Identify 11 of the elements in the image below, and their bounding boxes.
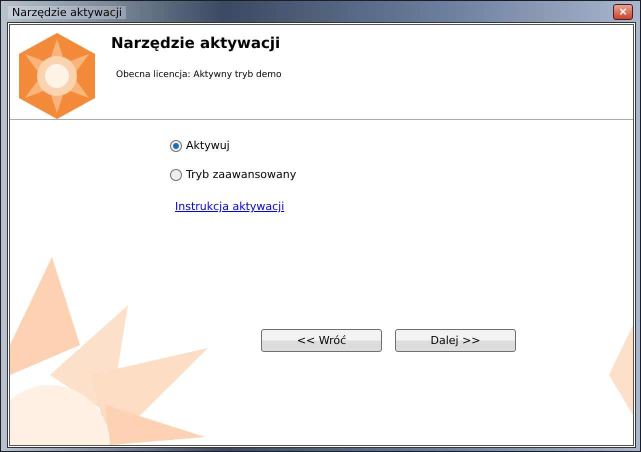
license-status: Obecna licencja: Aktywny tryb demo <box>116 70 282 80</box>
radio-icon[interactable] <box>170 140 182 152</box>
next-button[interactable]: Dalej >> <box>395 329 516 352</box>
radio-icon[interactable] <box>170 168 182 180</box>
dialog-title: Narzędzie aktywacji <box>111 34 282 52</box>
radio-option[interactable]: Tryb zaawansowany <box>170 168 296 181</box>
window-title: Narzędzie aktywacji <box>8 6 126 18</box>
back-button[interactable]: << Wróć <box>261 329 382 352</box>
instructions-link[interactable]: Instrukcja aktywacji <box>175 200 284 213</box>
radio-option[interactable]: Aktywuj <box>170 139 296 152</box>
logo-icon <box>19 33 95 119</box>
